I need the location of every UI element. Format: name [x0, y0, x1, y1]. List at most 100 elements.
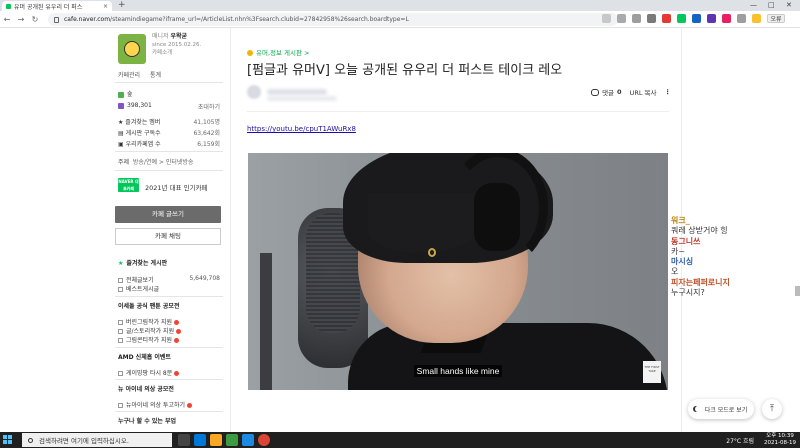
video-subtitle: Small hands like mine — [248, 359, 668, 378]
close-window-button[interactable]: ✕ — [786, 0, 792, 10]
menu-item[interactable]: 게이밍팡 타시 8분 — [118, 368, 222, 377]
manager-label: 매니저 — [152, 33, 169, 40]
board-icon — [118, 320, 123, 325]
tab-title: 유머 공개된 유우리 더 퍼스 — [14, 3, 83, 11]
chat-user: 동그니쓰 — [671, 236, 701, 246]
new-badge-icon — [174, 320, 180, 325]
chrome-icon[interactable] — [258, 434, 270, 446]
extension-icon[interactable] — [632, 14, 641, 23]
scroll-top-button[interactable]: ⤒ — [762, 399, 782, 419]
tab-close-icon[interactable]: × — [103, 3, 108, 10]
stat-row: ▣ 우리카페앱 수 6,159회 — [118, 141, 220, 148]
system-tray: 27°C 흐림 오후 10:39 2021-08-19 — [726, 432, 796, 448]
menu-item-best[interactable]: 베스트게시글 — [118, 284, 222, 293]
minimize-button[interactable]: — — [750, 0, 757, 10]
weather-widget[interactable]: 27°C 흐림 — [726, 436, 754, 445]
maximize-button[interactable]: □ — [768, 0, 775, 10]
app-icon[interactable] — [242, 434, 254, 446]
youtube-link[interactable]: https://youtu.be/cpuT1AWuRx8 — [247, 125, 356, 133]
manager-name[interactable]: 우왁굳 — [170, 33, 187, 40]
divider — [247, 111, 669, 112]
cafe-chat-button[interactable]: 카페 채팅 — [115, 228, 221, 245]
extension-icon[interactable] — [677, 14, 686, 23]
author-meta-blurred — [267, 96, 337, 101]
divider — [115, 411, 223, 412]
video-watermark: THE FIRST TAKE — [643, 361, 661, 383]
members-count[interactable]: 398,301 — [127, 102, 152, 109]
stats-link[interactable]: 통계 — [150, 72, 161, 79]
chat-message: 카~ — [671, 246, 686, 256]
back-button[interactable]: ← — [0, 15, 14, 24]
divider — [115, 82, 223, 83]
popular-cafe-label: 2021년 대표 인기카페 — [145, 184, 208, 192]
task-view-icon[interactable] — [178, 434, 190, 446]
cafe-intro-link[interactable]: 카페소개 — [152, 49, 201, 57]
divider — [115, 296, 223, 297]
reload-button[interactable]: ↻ — [28, 15, 42, 24]
windows-start-icon[interactable] — [3, 435, 13, 445]
profile-badge[interactable]: 오류 — [767, 14, 785, 23]
menu-item[interactable]: 그림콘티작가 지원 — [118, 335, 222, 344]
new-badge-icon — [174, 338, 180, 343]
embedded-video[interactable]: Small hands like mine THE FIRST TAKE — [248, 153, 668, 390]
extension-icon[interactable] — [647, 14, 656, 23]
forward-button[interactable]: → — [14, 15, 28, 24]
menu-section-header: 누구나 할 수 있는 부업 — [118, 418, 177, 425]
browser-tabbar: 유머 공개된 유우리 더 퍼스 × + — □ ✕ — [0, 0, 800, 11]
new-tab-button[interactable]: + — [118, 0, 126, 10]
edge-icon[interactable] — [194, 434, 206, 446]
fav-boards-header[interactable]: ★ 즐겨찾는 게시판 — [118, 258, 222, 267]
extension-icon[interactable] — [722, 14, 731, 23]
write-post-button[interactable]: 카페 글쓰기 — [115, 206, 221, 223]
invite-link[interactable]: 초대하기 — [198, 102, 220, 111]
share-icon[interactable] — [602, 14, 611, 23]
article-actions: 댓글 0 URL 복사 ⋮ — [591, 87, 671, 97]
avatar[interactable] — [247, 85, 261, 99]
more-options-icon[interactable]: ⋮ — [665, 88, 672, 96]
cafe-manage-link[interactable]: 카페관리 — [118, 72, 140, 79]
extension-icon[interactable] — [662, 14, 671, 23]
side-scroll-handle[interactable] — [795, 286, 800, 296]
author-info[interactable] — [247, 85, 337, 101]
theme-value[interactable]: 방송/연예 > 인터넷방송 — [133, 159, 194, 166]
profile-avatar-icon[interactable] — [752, 14, 761, 23]
vlc-icon[interactable] — [226, 434, 238, 446]
comment-label[interactable]: 댓글 — [602, 87, 614, 97]
extension-icon[interactable] — [707, 14, 716, 23]
chat-user: 마시싱 — [671, 257, 694, 267]
members-row: 398,301 초대하기 — [118, 102, 220, 111]
menu-item[interactable]: 버린그림작가 지원 — [118, 317, 222, 326]
url-copy-button[interactable]: URL 복사 — [630, 87, 657, 97]
board-icon — [118, 403, 123, 408]
moon-icon — [695, 406, 701, 412]
board-icon — [247, 50, 253, 56]
grade-row: 숲 — [118, 89, 220, 98]
address-bar[interactable]: cafe.naver.com/steamindiegame?iframe_url… — [48, 13, 618, 26]
chat-user: 피자는페퍼로니지 — [671, 277, 730, 287]
menu-item[interactable]: 글/스토리작가 지원 — [118, 326, 222, 335]
comment-count: 0 — [617, 88, 622, 96]
divider — [115, 151, 223, 152]
bookmark-star-icon[interactable] — [617, 14, 626, 23]
divider — [115, 170, 223, 171]
cafe-logo[interactable] — [118, 34, 146, 64]
file-explorer-icon[interactable] — [210, 434, 222, 446]
naver-cafe-favicon-icon — [6, 3, 11, 9]
menu-item[interactable]: 뉴아이네 의상 투고하기 — [118, 400, 222, 409]
extension-icon[interactable] — [692, 14, 701, 23]
menu-item-all-posts[interactable]: 전체글보기 5,649,708 — [118, 275, 222, 284]
taskbar-search-input[interactable]: 검색하려면 여기에 입력하십시오. — [22, 433, 172, 447]
browser-tab[interactable]: 유머 공개된 유우리 더 퍼스 × — [2, 1, 112, 11]
divider — [115, 379, 223, 380]
extensions-puzzle-icon[interactable] — [737, 14, 746, 23]
comment-icon[interactable] — [591, 88, 600, 96]
board-link[interactable]: 유머,정보 게시판 > — [247, 47, 310, 57]
menu-section-header: AMD 신체흡 이벤트 — [118, 354, 171, 361]
naver-badge: NAVER 대표카페 — [118, 178, 139, 192]
members-icon — [118, 102, 124, 109]
cafe-links: 카페관리 통계 — [118, 70, 169, 79]
dark-mode-button[interactable]: 다크 모드로 보기 — [688, 399, 754, 419]
chat-message: 오 — [671, 267, 679, 277]
star-icon: ★ — [118, 260, 124, 267]
clock[interactable]: 오후 10:39 2021-08-19 — [764, 433, 796, 447]
